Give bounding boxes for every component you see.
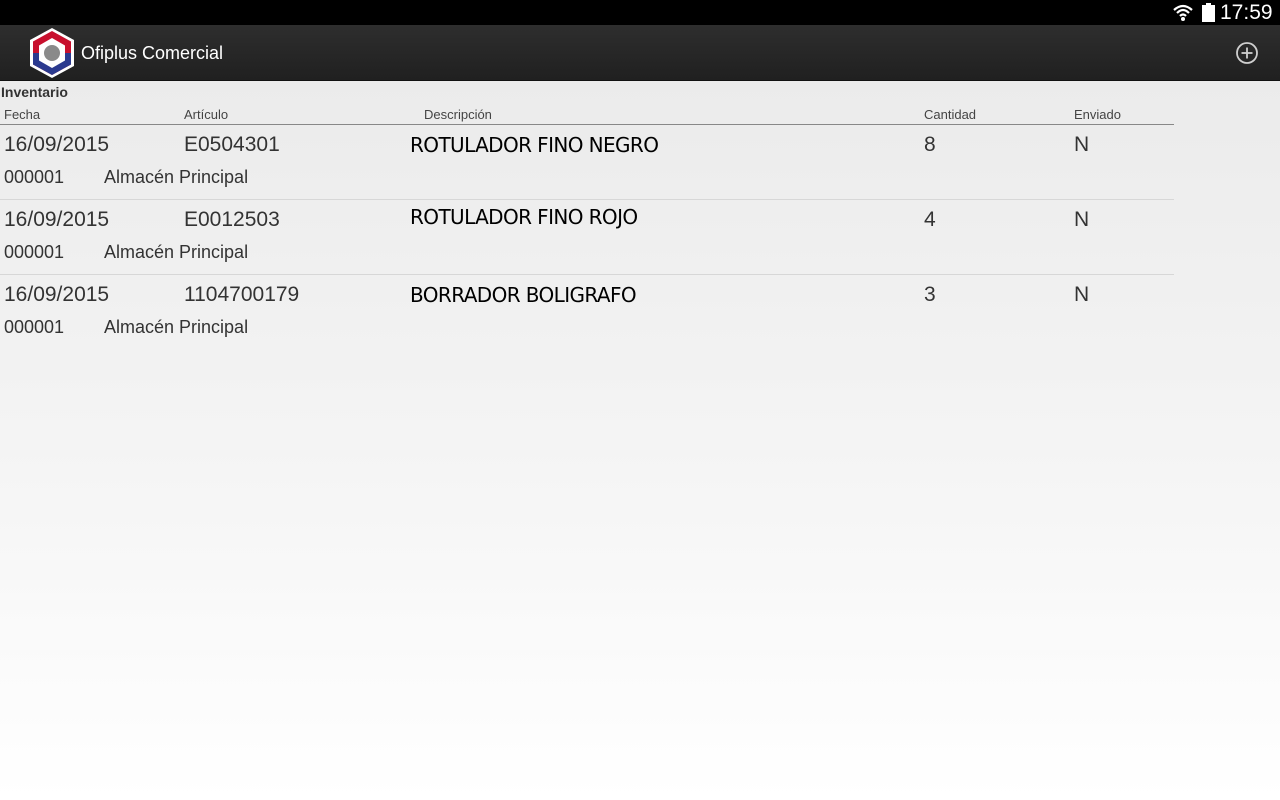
status-bar: 17:59 [0, 0, 1280, 25]
table-header: Fecha Artículo Descripción Cantidad Envi… [0, 106, 1174, 125]
item-article-code: E0504301 [184, 133, 280, 156]
item-description: ROTULADOR FINO NEGRO [410, 133, 659, 157]
list-item[interactable]: 16/09/2015 1104700179 BORRADOR BOLIGRAFO… [0, 275, 1174, 350]
item-warehouse-name: Almacén Principal [104, 167, 249, 187]
screen-title: Inventario [1, 84, 68, 100]
item-warehouse-code: 000001 [4, 317, 65, 337]
column-header-descripcion: Descripción [424, 107, 492, 122]
item-quantity: 3 [924, 283, 936, 306]
action-bar: Ofiplus Comercial [0, 25, 1280, 81]
list-item[interactable]: 16/09/2015 E0012503 ROTULADOR FINO ROJO … [0, 200, 1174, 275]
item-warehouse-name: Almacén Principal [104, 317, 249, 337]
column-header-fecha: Fecha [4, 107, 41, 122]
ofiplus-logo-icon[interactable] [29, 27, 75, 79]
item-sent-status: N [1074, 283, 1090, 306]
item-article-code: E0012503 [184, 208, 280, 231]
item-warehouse-code: 000001 [4, 242, 65, 262]
item-article-code: 1104700179 [184, 283, 300, 306]
app-title: Ofiplus Comercial [81, 43, 224, 63]
item-description: BORRADOR BOLIGRAFO [410, 283, 637, 307]
battery-icon [1202, 3, 1215, 22]
item-description: ROTULADOR FINO ROJO [410, 205, 638, 229]
item-quantity: 4 [924, 208, 936, 231]
clock: 17:59 [1220, 1, 1273, 24]
column-header-enviado: Enviado [1074, 107, 1121, 122]
column-header-articulo: Artículo [184, 107, 229, 122]
column-header-cantidad: Cantidad [924, 107, 977, 122]
item-sent-status: N [1074, 208, 1090, 231]
item-warehouse-name: Almacén Principal [104, 242, 249, 262]
item-date: 16/09/2015 [4, 283, 110, 306]
item-sent-status: N [1074, 133, 1090, 156]
item-quantity: 8 [924, 133, 936, 156]
item-date: 16/09/2015 [4, 208, 110, 231]
item-date: 16/09/2015 [4, 133, 110, 156]
inventory-list: 16/09/2015 E0504301 ROTULADOR FINO NEGRO… [0, 125, 1174, 350]
item-warehouse-code: 000001 [4, 167, 65, 187]
list-item[interactable]: 16/09/2015 E0504301 ROTULADOR FINO NEGRO… [0, 125, 1174, 200]
add-circle-icon[interactable] [1235, 41, 1259, 65]
wifi-icon [1173, 4, 1193, 21]
